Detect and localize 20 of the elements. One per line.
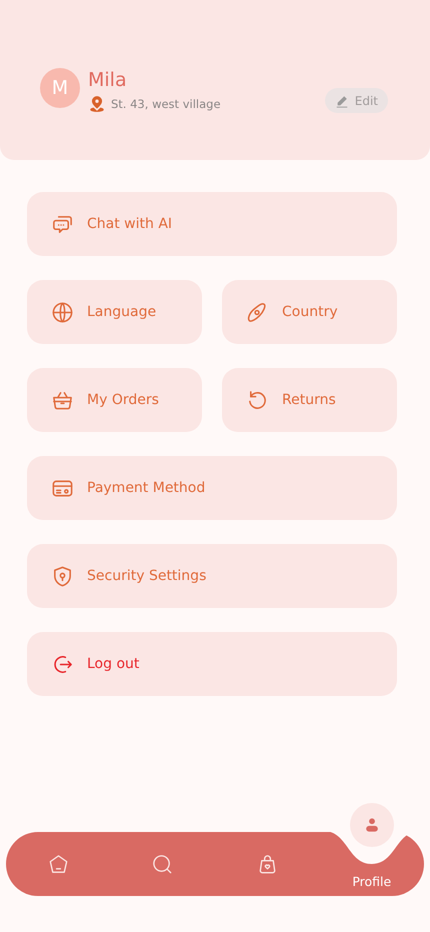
avatar: M [40, 68, 80, 108]
nav-tab[interactable]: Profile [320, 803, 424, 896]
menu-item[interactable]: My Orders [27, 368, 202, 432]
location-pin-icon [88, 95, 106, 113]
menu-item[interactable]: Returns [222, 368, 397, 432]
menu-item[interactable]: Language [27, 280, 202, 344]
menu-item[interactable]: Log out [27, 632, 397, 696]
menu-item[interactable]: Payment Method [27, 456, 397, 520]
search-icon [151, 852, 174, 876]
menu-item[interactable]: Country [222, 280, 397, 344]
pencil-icon [334, 94, 349, 108]
menu-item[interactable]: Security Settings [27, 544, 397, 608]
shield-icon [51, 564, 74, 588]
home-icon [46, 852, 70, 876]
address-text: St. 43, west village [111, 97, 221, 111]
menu-item[interactable]: Chat with AI [27, 192, 397, 256]
undo-icon [246, 388, 269, 412]
user-name: Mila [88, 68, 128, 92]
edit-button[interactable]: Edit [324, 88, 388, 113]
globe-icon [51, 300, 74, 324]
